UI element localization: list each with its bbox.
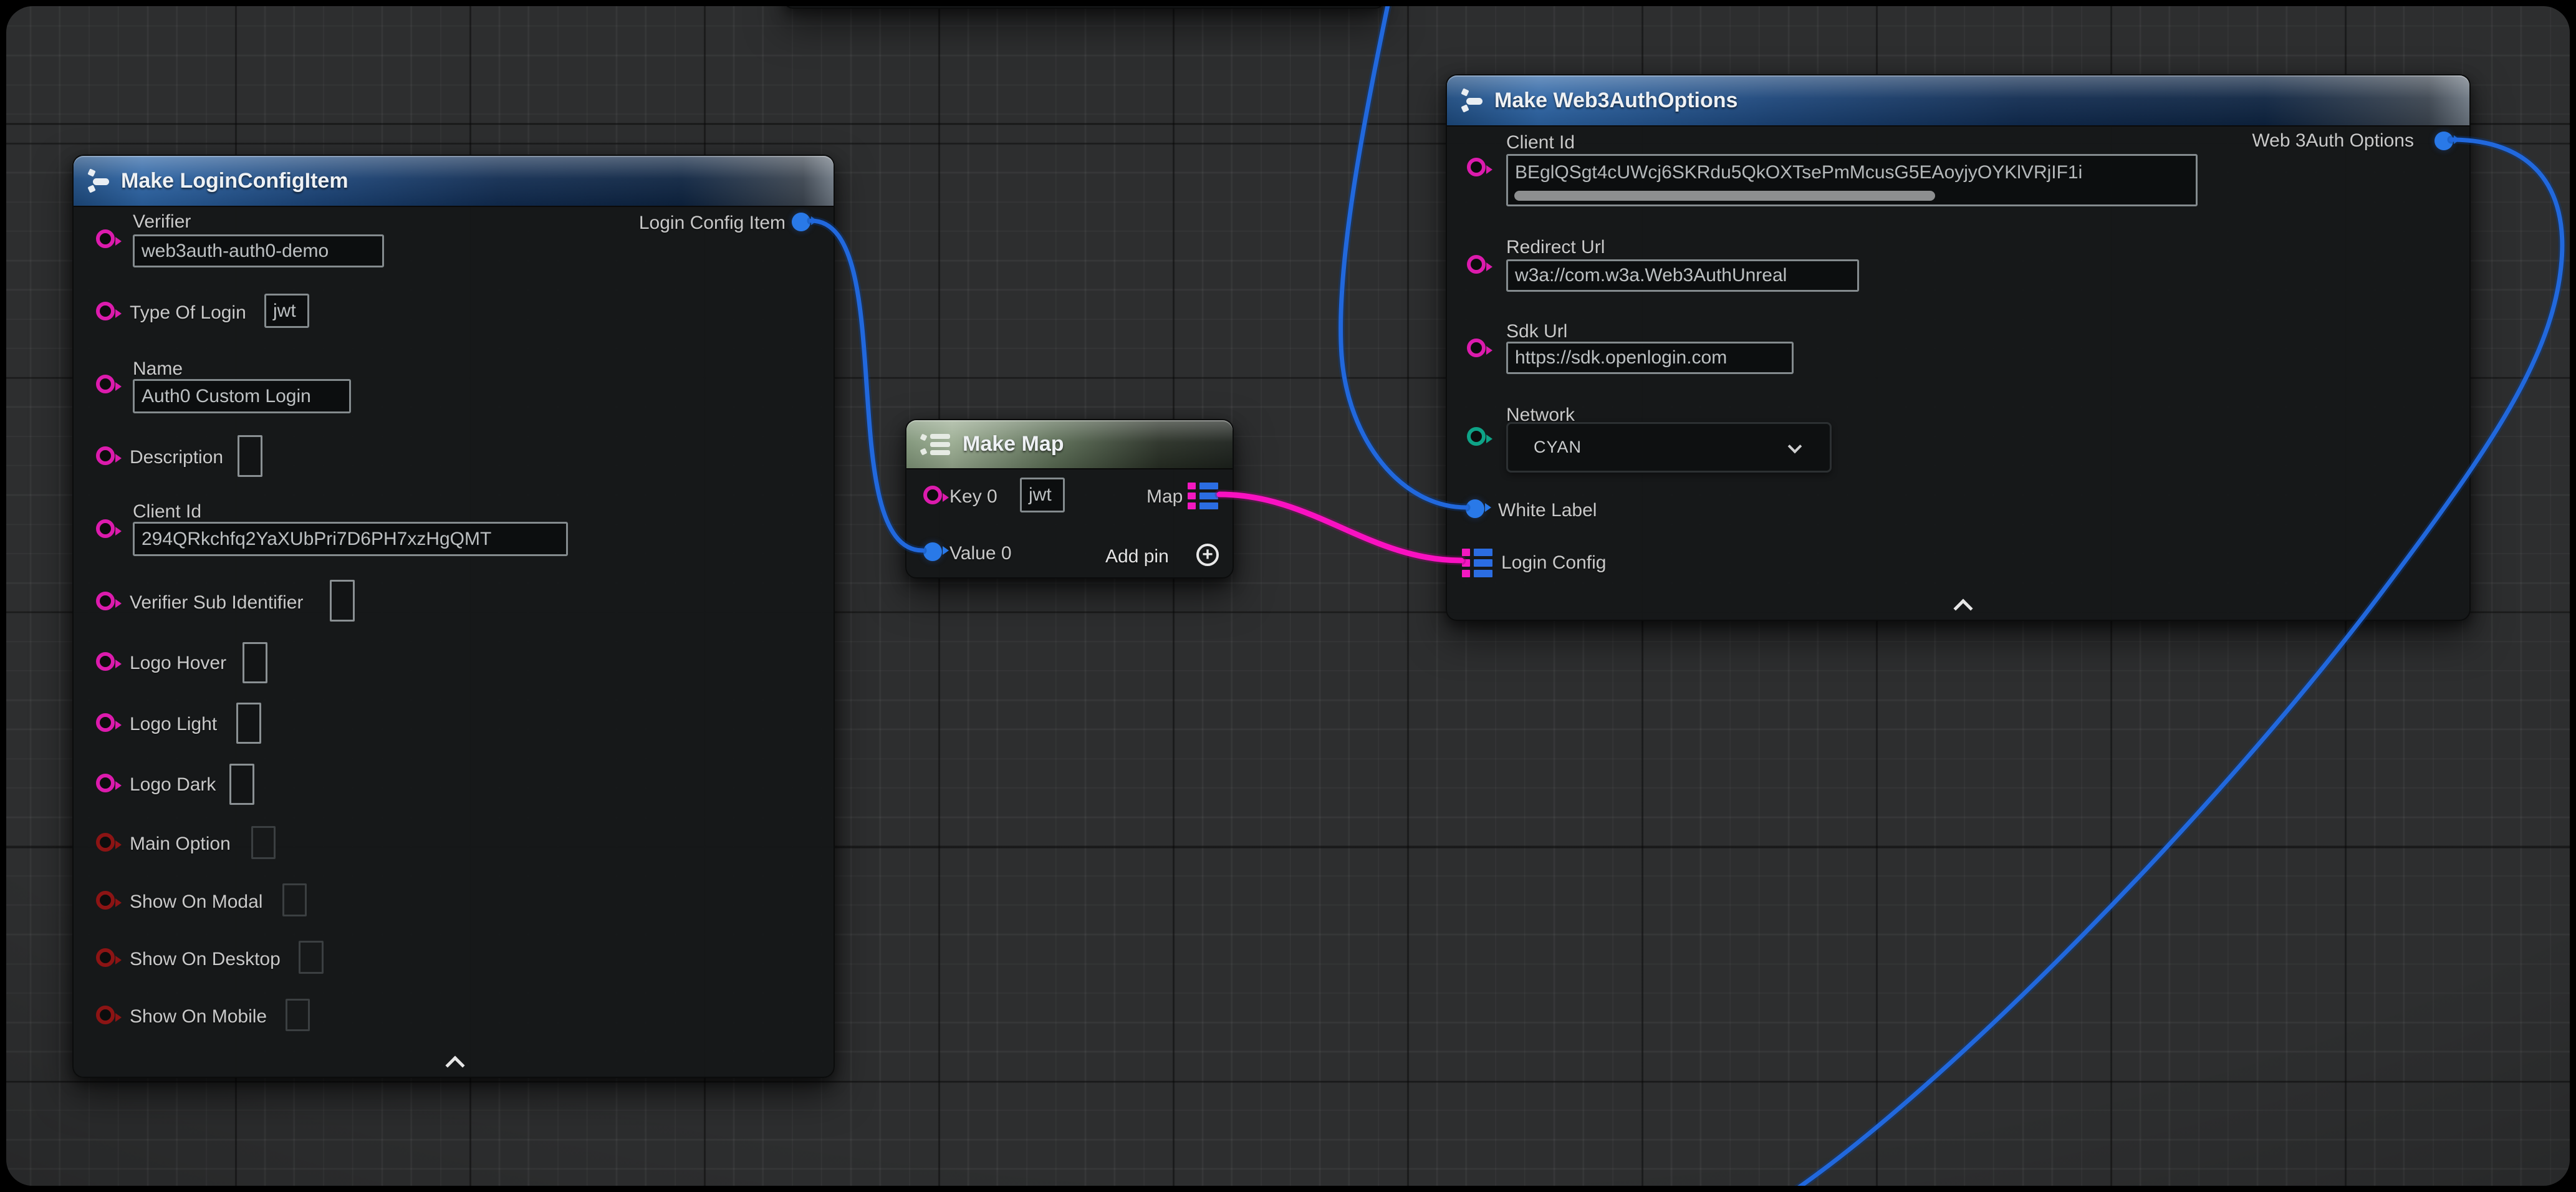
pin-description[interactable] [96,446,115,465]
pin-logo-hover[interactable] [96,652,115,671]
pin-login-config-item-output[interactable] [792,213,810,231]
type-of-login-input[interactable]: jwt [264,294,309,328]
blueprint-viewport[interactable]: Make LoginConfigItem Verifier web3auth-a… [6,6,2570,1186]
collapse-node-button[interactable] [1954,597,1973,615]
description-input[interactable] [238,435,262,477]
add-pin-button[interactable]: + [1196,544,1219,566]
pin-map-output[interactable] [1188,483,1218,509]
key-0-label: Key 0 [949,487,997,507]
login-config-label: Login Config [1501,553,1606,573]
verifier-label: Verifier [133,212,191,232]
pin-show-on-modal[interactable] [96,891,115,910]
wire-map-to-loginconfig-halo [1219,494,1461,560]
pin-show-on-mobile[interactable] [96,1006,115,1024]
make-struct-icon [87,166,110,195]
node-title: Make Web3AuthOptions [1494,89,1737,113]
main-option-label: Main Option [130,834,231,854]
logo-light-input[interactable] [236,703,261,744]
pin-show-on-desktop[interactable] [96,948,115,967]
logo-dark-label: Logo Dark [130,775,216,795]
show-on-modal-label: Show On Modal [130,892,262,912]
logo-light-label: Logo Light [130,714,217,734]
pin-network[interactable] [1467,427,1486,446]
sdk-url-input[interactable]: https://sdk.openlogin.com [1506,342,1794,374]
pin-logo-dark[interactable] [96,774,115,792]
network-selected-value: CYAN [1534,438,1582,457]
output-label-login-config-item: Login Config Item [639,213,786,233]
node-make-loginconfigitem[interactable]: Make LoginConfigItem Verifier web3auth-a… [72,155,835,1078]
pin-web3auth-options-output[interactable] [2434,132,2453,150]
node-header-make-map[interactable]: Make Map [906,420,1233,469]
logo-hover-input[interactable] [243,642,267,683]
node-title: Make LoginConfigItem [121,169,348,193]
description-label: Description [130,448,223,468]
node-header-make-web3authoptions[interactable]: Make Web3AuthOptions [1447,75,2469,127]
pin-verifier-sub-identifier[interactable] [96,592,115,610]
name-label: Name [133,359,183,379]
show-on-mobile-checkbox[interactable] [286,999,310,1031]
white-label-label: White Label [1498,501,1597,521]
pin-key-0[interactable] [923,486,942,504]
add-pin-label: Add pin [1105,547,1169,567]
map-output-label: Map [1146,487,1183,507]
make-struct-icon [1461,86,1483,115]
pin-verifier[interactable] [96,229,115,248]
pin-login-config[interactable] [1462,549,1492,577]
pin-main-option[interactable] [96,833,115,852]
name-input[interactable]: Auth0 Custom Login [133,379,351,413]
sdk-url-label: Sdk Url [1506,322,1567,342]
offscreen-node-top[interactable] [783,6,1385,9]
chevron-down-icon [1788,440,1802,454]
verifier-sub-identifier-label: Verifier Sub Identifier [130,593,303,613]
client-id-label: Client Id [1506,133,1575,153]
client-id-scrollbar[interactable] [1514,191,1935,201]
verifier-sub-identifier-input[interactable] [330,580,355,622]
key-0-input[interactable]: jwt [1020,478,1065,512]
verifier-input[interactable]: web3auth-auth0-demo [133,234,384,267]
screenshot-frame: Make LoginConfigItem Verifier web3auth-a… [0,0,2576,1192]
pin-redirect-url[interactable] [1467,255,1486,274]
graph-canvas[interactable]: Make LoginConfigItem Verifier web3auth-a… [6,6,2570,1186]
pin-logo-light[interactable] [96,713,115,732]
pin-client-id[interactable] [96,519,115,538]
make-map-icon [920,430,951,459]
node-make-web3authoptions[interactable]: Make Web3AuthOptions Client Id BEglQSgt4… [1446,74,2471,621]
show-on-mobile-label: Show On Mobile [130,1007,267,1027]
value-0-label: Value 0 [949,544,1012,564]
logo-hover-label: Logo Hover [130,653,226,673]
type-of-login-label: Type Of Login [130,303,246,323]
show-on-desktop-label: Show On Desktop [130,949,281,969]
wire-map-to-loginconfig[interactable] [1219,494,1461,560]
node-header-make-loginconfigitem[interactable]: Make LoginConfigItem [74,156,834,207]
collapse-node-button[interactable] [446,1054,464,1072]
logo-dark-input[interactable] [229,764,254,805]
main-option-checkbox[interactable] [251,826,276,859]
redirect-url-input[interactable]: w3a://com.w3a.Web3AuthUnreal [1506,259,1859,292]
pin-sdk-url[interactable] [1467,339,1486,357]
output-label-web3auth-options: Web 3Auth Options [2252,131,2414,151]
pin-white-label[interactable] [1466,499,1484,518]
client-id-input[interactable]: 294QRkchfq2YaXUbPri7D6PH7xzHgQMT [133,522,568,556]
client-id-value: BEglQSgt4cUWcj6SKRdu5QkOXTsePmMcusG5EAoy… [1515,162,2082,183]
pin-value-0[interactable] [923,542,942,561]
network-dropdown[interactable]: CYAN [1506,422,1832,473]
client-id-label: Client Id [133,502,201,522]
redirect-url-label: Redirect Url [1506,238,1605,257]
show-on-modal-checkbox[interactable] [282,883,307,916]
pin-client-id[interactable] [1467,158,1486,176]
pin-name[interactable] [96,375,115,393]
show-on-desktop-checkbox[interactable] [299,941,324,974]
node-make-map[interactable]: Make Map Key 0 jwt Map Value 0 Add pin + [905,419,1234,579]
pin-type-of-login[interactable] [96,302,115,320]
client-id-input[interactable]: BEglQSgt4cUWcj6SKRdu5QkOXTsePmMcusG5EAoy… [1506,154,2198,206]
node-title: Make Map [963,432,1064,456]
